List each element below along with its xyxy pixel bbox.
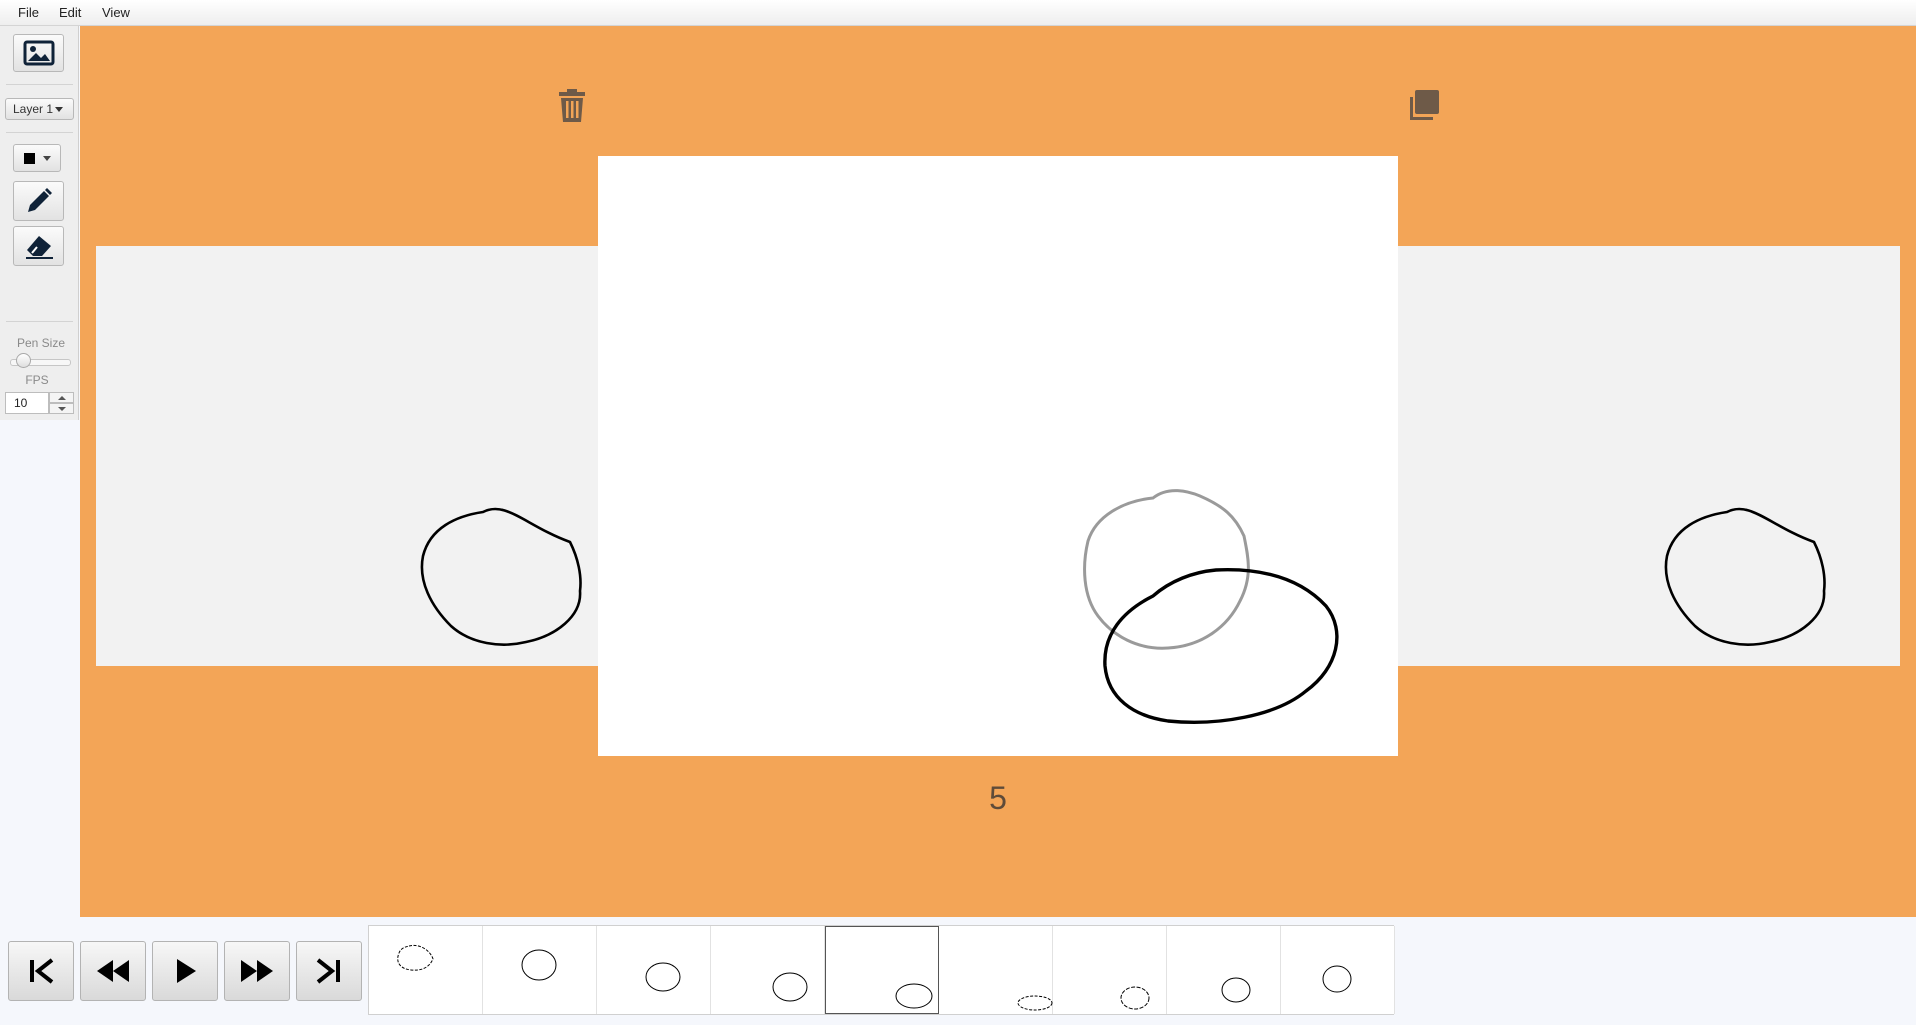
- menu-file[interactable]: File: [18, 5, 39, 20]
- pen-tool-button[interactable]: [13, 181, 64, 221]
- toolbar-divider: [6, 321, 73, 322]
- color-picker-button[interactable]: [13, 144, 61, 172]
- skip-to-end-button[interactable]: [296, 941, 362, 1001]
- frame-thumbnail-active[interactable]: [825, 926, 939, 1014]
- fast-forward-button[interactable]: [224, 941, 290, 1001]
- pen-size-label: Pen Size: [16, 336, 66, 350]
- frame-thumbnail-drawing: [521, 949, 557, 981]
- fast-forward-icon: [241, 960, 273, 982]
- chevron-down-icon: [57, 406, 66, 411]
- frame-thumbnail-drawing: [1322, 965, 1352, 993]
- skip-to-start-icon: [30, 958, 54, 984]
- frame-thumbnail-drawing: [397, 944, 434, 971]
- pen-size-slider-handle[interactable]: [16, 353, 31, 368]
- frame-thumbnail-drawing: [1120, 986, 1150, 1010]
- frame-thumbnail-drawing: [1221, 977, 1251, 1003]
- previous-frame-drawing: [420, 507, 582, 646]
- frame-thumbnail-drawing: [645, 962, 681, 992]
- frame-thumbnail[interactable]: [597, 926, 711, 1014]
- frame-thumbnail[interactable]: [1053, 926, 1167, 1014]
- frame-thumbnail[interactable]: [483, 926, 597, 1014]
- copy-icon: [1410, 90, 1439, 120]
- play-icon: [177, 959, 196, 983]
- eraser-tool-button[interactable]: [13, 226, 64, 266]
- chevron-down-icon: [42, 155, 51, 161]
- frame-thumbnail[interactable]: [939, 926, 1053, 1014]
- image-icon: [23, 40, 54, 66]
- duplicate-frame-button[interactable]: [1406, 89, 1440, 128]
- frame-thumbnail-drawing: [772, 972, 808, 1002]
- stage-area: 5: [80, 26, 1916, 917]
- menu-edit[interactable]: Edit: [59, 5, 81, 20]
- rewind-button[interactable]: [80, 941, 146, 1001]
- play-button[interactable]: [152, 941, 218, 1001]
- fps-decrement-button[interactable]: [49, 403, 74, 414]
- fps-label: FPS: [25, 373, 49, 387]
- frame-thumbnail[interactable]: [1281, 926, 1395, 1014]
- eraser-icon: [25, 236, 53, 259]
- layer-select[interactable]: Layer 1: [5, 98, 74, 120]
- next-frame-preview[interactable]: [1398, 246, 1900, 666]
- canvas-drawing: [1083, 489, 1339, 724]
- skip-to-start-button[interactable]: [8, 941, 74, 1001]
- next-frame-drawing: [1664, 507, 1826, 646]
- drawing-canvas[interactable]: [598, 156, 1398, 756]
- skip-to-end-icon: [316, 958, 340, 984]
- background-image-button[interactable]: [13, 34, 64, 72]
- chevron-down-icon: [55, 106, 64, 112]
- color-swatch-icon: [23, 152, 35, 164]
- trash-icon: [559, 89, 585, 122]
- current-frame-number: 5: [989, 780, 1007, 816]
- frame-thumbnail-drawing: [1017, 995, 1053, 1011]
- menu-view[interactable]: View: [102, 5, 130, 20]
- pencil-icon: [27, 188, 52, 212]
- chevron-up-icon: [57, 395, 66, 400]
- toolbar-divider: [6, 132, 73, 133]
- delete-frame-button[interactable]: [557, 89, 587, 128]
- frame-thumbnail[interactable]: [1167, 926, 1281, 1014]
- tool-panel: Layer 1 Pen Size FPS 10: [0, 26, 79, 420]
- menu-bar: File Edit View: [0, 0, 1916, 26]
- rewind-icon: [97, 960, 129, 982]
- frame-thumbnail[interactable]: [711, 926, 825, 1014]
- frame-thumbnail[interactable]: [369, 926, 483, 1014]
- layer-select-label: Layer 1: [13, 102, 54, 116]
- previous-frame-preview[interactable]: [96, 246, 598, 666]
- fps-increment-button[interactable]: [49, 392, 74, 403]
- frame-thumbnail-drawing: [895, 983, 933, 1009]
- fps-input[interactable]: 10: [5, 392, 49, 414]
- frame-timeline[interactable]: [368, 925, 1395, 1015]
- toolbar-divider: [6, 84, 73, 85]
